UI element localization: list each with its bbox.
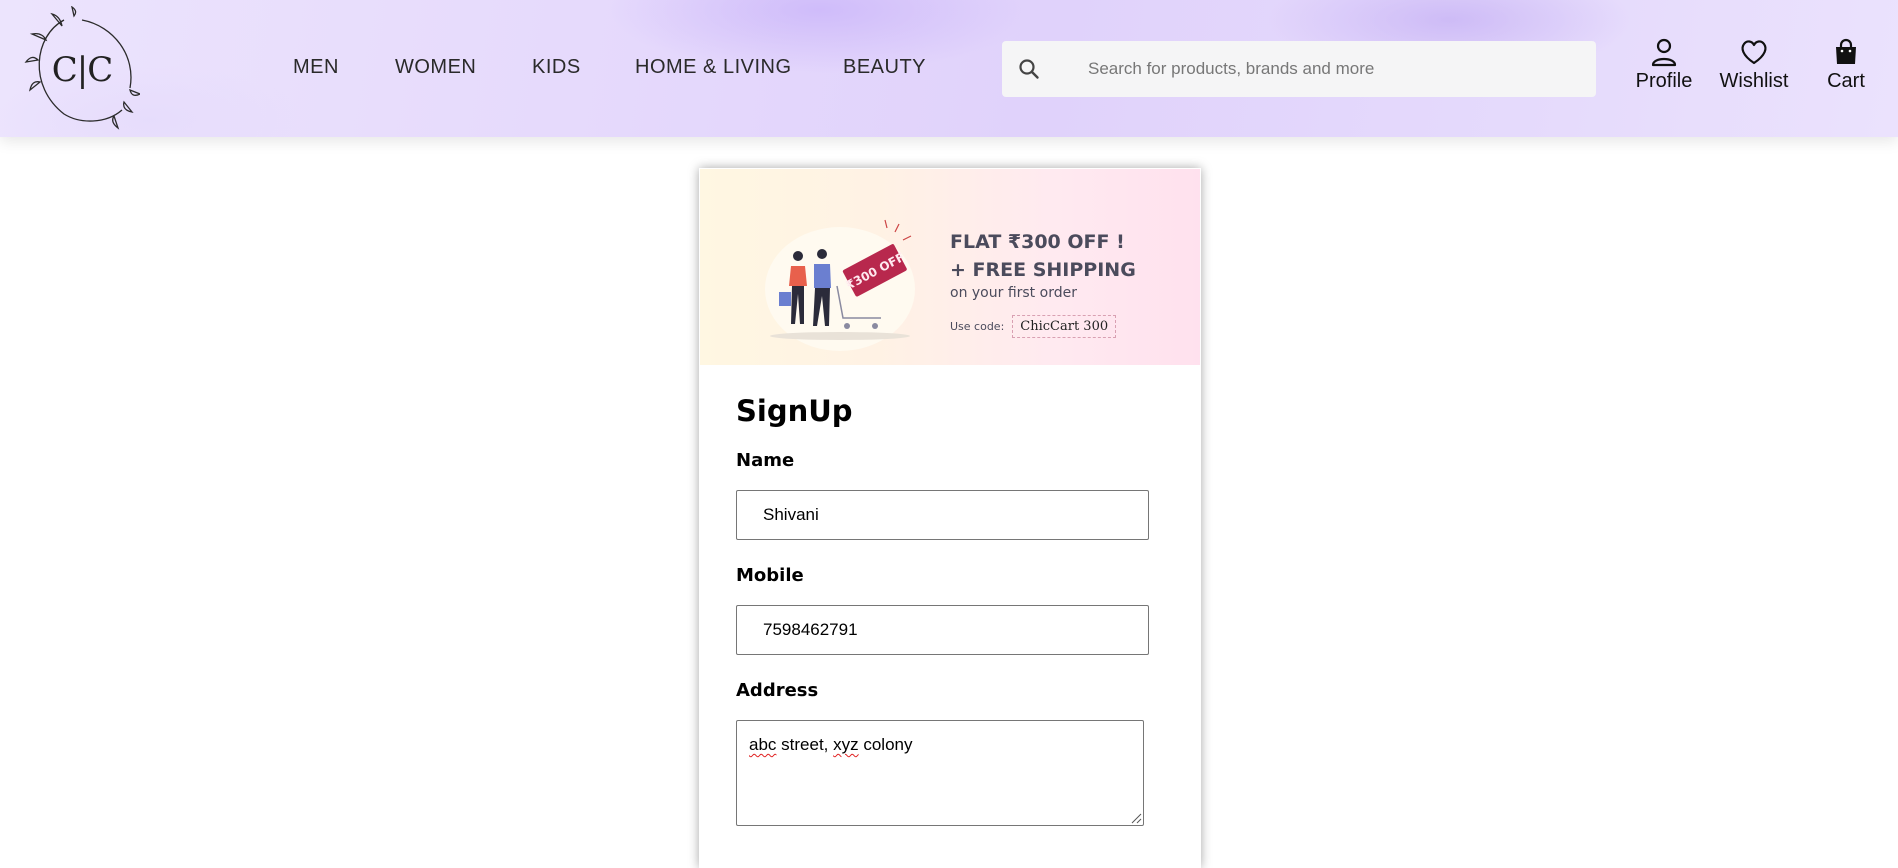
mobile-label: Mobile <box>736 565 804 586</box>
heart-icon <box>1741 40 1767 65</box>
nav-item-men[interactable]: MEN <box>293 56 339 79</box>
promo-text: FLAT ₹300 OFF ! + FREE SHIPPING on your … <box>950 231 1190 338</box>
nav-item-beauty[interactable]: BEAUTY <box>843 56 926 79</box>
page-title: SignUp <box>736 394 853 428</box>
site-header: C|C MEN WOMEN KIDS HOME & LIVING BEAUTY … <box>0 0 1898 137</box>
address-word-4: colony <box>858 735 913 754</box>
cart-button[interactable]: Cart <box>1821 36 1871 93</box>
nav-item-kids[interactable]: KIDS <box>532 56 581 79</box>
nav-item-women[interactable]: WOMEN <box>395 56 476 79</box>
promo-banner: ₹300 OFF FLAT ₹300 OFF ! + FREE SHIPPING… <box>700 169 1200 365</box>
search-icon[interactable] <box>1018 58 1040 80</box>
search-input[interactable] <box>1088 41 1578 97</box>
name-label: Name <box>736 450 795 471</box>
address-word-1: abc <box>749 735 777 754</box>
promo-code: ChicCart 300 <box>1012 315 1117 338</box>
promo-code-row: Use code: ChicCart 300 <box>950 315 1190 338</box>
profile-label: Profile <box>1635 70 1693 92</box>
shopping-bag-icon <box>1836 38 1856 64</box>
name-field[interactable] <box>736 490 1149 540</box>
search-bar <box>1002 41 1596 97</box>
mobile-field[interactable] <box>736 605 1149 655</box>
logo-text: C|C <box>51 50 113 90</box>
cart-label: Cart <box>1827 70 1865 92</box>
user-icon <box>1651 38 1677 67</box>
promo-code-label: Use code: <box>950 320 1005 333</box>
wishlist-label: Wishlist <box>1719 70 1789 92</box>
signup-card: ₹300 OFF FLAT ₹300 OFF ! + FREE SHIPPING… <box>699 168 1201 868</box>
shopping-couple-illustration: ₹300 OFF <box>765 219 915 351</box>
resize-grip-icon[interactable] <box>1130 812 1142 824</box>
promo-headline: FLAT ₹300 OFF ! <box>950 231 1125 253</box>
profile-button[interactable]: Profile <box>1634 36 1694 93</box>
address-label: Address <box>736 680 819 701</box>
wishlist-button[interactable]: Wishlist <box>1718 36 1790 93</box>
promo-note: on your first order <box>950 285 1077 301</box>
nav-item-home-living[interactable]: HOME & LIVING <box>635 56 792 79</box>
address-word-3: xyz <box>833 735 859 754</box>
address-field[interactable]: abc street, xyz colony <box>736 720 1144 826</box>
promo-subheadline: + FREE SHIPPING <box>950 259 1136 281</box>
signup-form: SignUp Name Mobile Address abc street, x… <box>736 394 1156 826</box>
address-word-2: street, <box>776 735 834 754</box>
